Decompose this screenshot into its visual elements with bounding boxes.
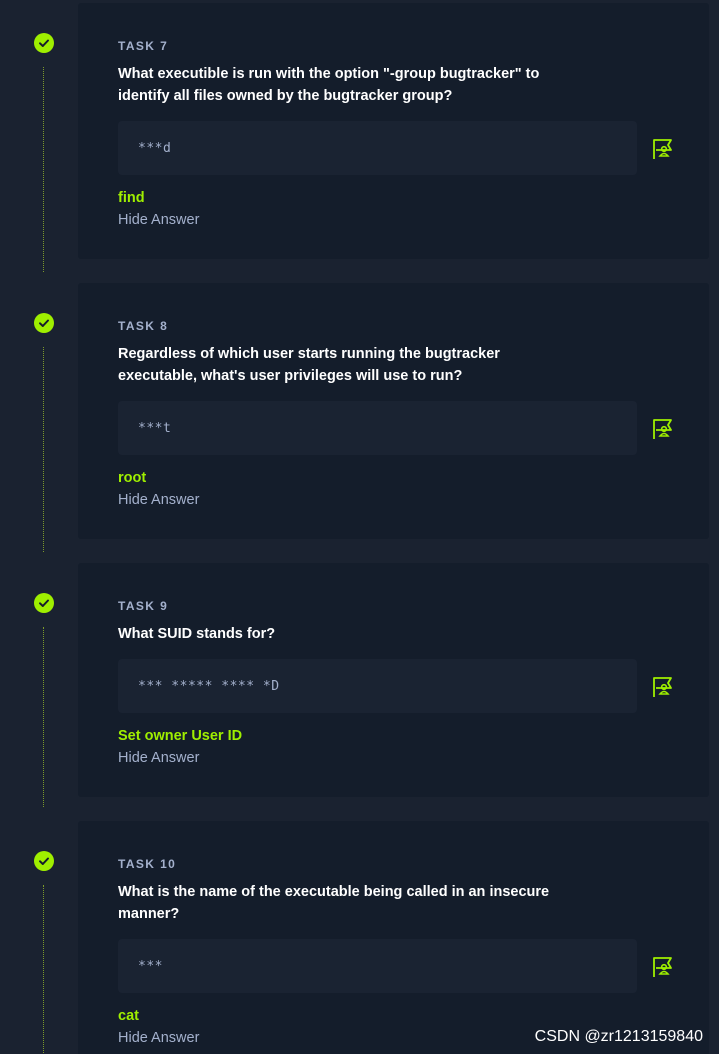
task-row: TASK 9 What SUID stands for? *** ***** *… bbox=[0, 563, 719, 823]
task-card: TASK 10 What is the name of the executab… bbox=[78, 821, 709, 1054]
task-card: TASK 7 What executible is run with the o… bbox=[78, 3, 709, 259]
hint-flag-icon[interactable] bbox=[651, 955, 675, 979]
check-circle-icon bbox=[34, 851, 54, 871]
task-question: What is the name of the executable being… bbox=[118, 884, 550, 922]
hide-answer-link[interactable]: Hide Answer bbox=[118, 212, 199, 228]
answer-input[interactable]: ***d bbox=[118, 121, 637, 175]
hint-flag-icon[interactable] bbox=[651, 675, 675, 699]
hide-answer-link[interactable]: Hide Answer bbox=[118, 1030, 199, 1046]
revealed-answer: find bbox=[118, 190, 145, 206]
task-list: TASK 7 What executible is run with the o… bbox=[0, 0, 719, 1054]
watermark: CSDN @zr1213159840 bbox=[534, 1028, 703, 1045]
revealed-answer: Set owner User ID bbox=[118, 728, 243, 744]
answer-input[interactable]: *** bbox=[118, 939, 637, 993]
check-circle-icon bbox=[34, 33, 54, 53]
timeline-line bbox=[43, 627, 44, 807]
task-row: TASK 10 What is the name of the executab… bbox=[0, 821, 719, 1054]
task-number: TASK 7 bbox=[118, 39, 169, 53]
task-card: TASK 9 What SUID stands for? *** ***** *… bbox=[78, 563, 709, 797]
task-question: Regardless of which user starts running … bbox=[118, 346, 500, 384]
check-circle-icon bbox=[34, 313, 54, 333]
task-row: TASK 8 Regardless of which user starts r… bbox=[0, 283, 719, 552]
revealed-answer: cat bbox=[118, 1008, 139, 1024]
task-row: TASK 7 What executible is run with the o… bbox=[0, 3, 719, 272]
hint-flag-icon[interactable] bbox=[651, 137, 675, 161]
hint-flag-icon[interactable] bbox=[651, 417, 675, 441]
task-question: What executible is run with the option "… bbox=[118, 66, 540, 104]
timeline-line bbox=[43, 885, 44, 1054]
task-number: TASK 9 bbox=[118, 599, 169, 613]
task-question: What SUID stands for? bbox=[118, 626, 276, 642]
answer-input[interactable]: *** ***** **** *D bbox=[118, 659, 637, 713]
revealed-answer: root bbox=[118, 470, 147, 486]
timeline-line bbox=[43, 67, 44, 272]
task-number: TASK 10 bbox=[118, 857, 177, 871]
hide-answer-link[interactable]: Hide Answer bbox=[118, 750, 199, 766]
answer-input[interactable]: ***t bbox=[118, 401, 637, 455]
task-card: TASK 8 Regardless of which user starts r… bbox=[78, 283, 709, 539]
timeline-line bbox=[43, 347, 44, 552]
task-number: TASK 8 bbox=[118, 319, 169, 333]
hide-answer-link[interactable]: Hide Answer bbox=[118, 492, 199, 508]
check-circle-icon bbox=[34, 593, 54, 613]
